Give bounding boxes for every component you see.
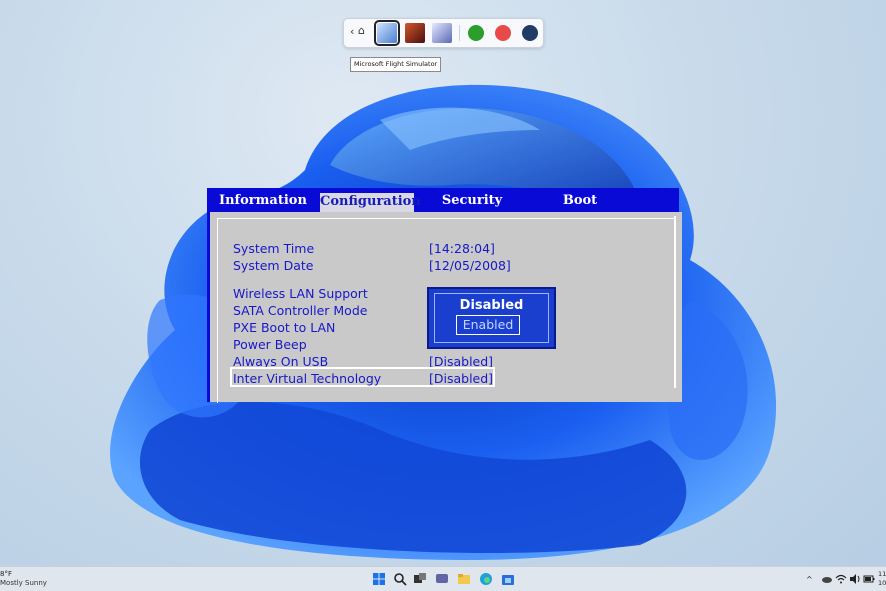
- option-popup: Disabled Enabled: [427, 287, 556, 349]
- setting-system-date[interactable]: System Date: [233, 258, 313, 273]
- bios-divider: [674, 216, 676, 388]
- tab-security[interactable]: Security: [437, 192, 507, 210]
- setting-power-beep[interactable]: Power Beep: [233, 337, 307, 352]
- option-enabled[interactable]: Enabled: [456, 315, 520, 335]
- store-icon[interactable]: [501, 572, 515, 586]
- task-view-icon[interactable]: [413, 572, 427, 586]
- xbox-icon[interactable]: [468, 25, 484, 41]
- steam-icon[interactable]: [522, 25, 538, 41]
- start-icon[interactable]: [372, 572, 386, 586]
- setting-wireless-lan[interactable]: Wireless LAN Support: [233, 286, 368, 301]
- app-tile-game-2[interactable]: [405, 23, 425, 43]
- wifi-icon[interactable]: [835, 573, 847, 585]
- app-tile-game-3[interactable]: [432, 23, 452, 43]
- ea-icon[interactable]: [495, 25, 511, 41]
- value-system-date[interactable]: [12/05/2008]: [429, 258, 511, 273]
- weather-temperature[interactable]: 8°F: [0, 570, 12, 578]
- app-tile-flight-simulator[interactable]: [374, 20, 400, 46]
- setting-virtual-technology[interactable]: Inter Virtual Technology: [233, 371, 381, 386]
- tab-configuration[interactable]: Configuration: [320, 193, 421, 212]
- app-launcher-bar: ‹ ⌂: [343, 18, 544, 48]
- weather-description[interactable]: Mostly Sunny: [0, 579, 47, 587]
- clock-time[interactable]: 11: [878, 570, 886, 578]
- file-explorer-icon[interactable]: [457, 572, 471, 586]
- launcher-divider: [459, 25, 460, 41]
- taskbar: 8°F Mostly Sunny ^ 11 10/2: [0, 566, 886, 591]
- tab-boot[interactable]: Boot: [553, 192, 607, 210]
- chevron-up-icon[interactable]: ^: [806, 575, 813, 584]
- chat-icon[interactable]: [435, 572, 449, 586]
- edge-icon[interactable]: [479, 572, 493, 586]
- clock-date[interactable]: 10/2: [878, 579, 886, 587]
- search-icon[interactable]: [393, 572, 407, 586]
- tab-information[interactable]: Information: [219, 192, 307, 210]
- option-disabled[interactable]: Disabled: [429, 298, 554, 313]
- app-tooltip: Microsoft Flight Simulator: [350, 57, 442, 72]
- setting-pxe-boot[interactable]: PXE Boot to LAN: [233, 320, 335, 335]
- cloud-icon[interactable]: [821, 573, 833, 585]
- home-icon[interactable]: ⌂: [358, 24, 365, 37]
- bios-tab-bar: Information Configuration Security Boot: [207, 188, 679, 212]
- setting-sata-mode[interactable]: SATA Controller Mode: [233, 303, 367, 318]
- battery-icon[interactable]: [863, 573, 875, 585]
- value-system-time[interactable]: [14:28:04]: [429, 241, 495, 256]
- volume-icon[interactable]: [849, 573, 861, 585]
- back-icon[interactable]: ‹: [350, 25, 354, 38]
- value-virtual-technology[interactable]: [Disabled]: [429, 371, 493, 386]
- setting-system-time[interactable]: System Time: [233, 241, 314, 256]
